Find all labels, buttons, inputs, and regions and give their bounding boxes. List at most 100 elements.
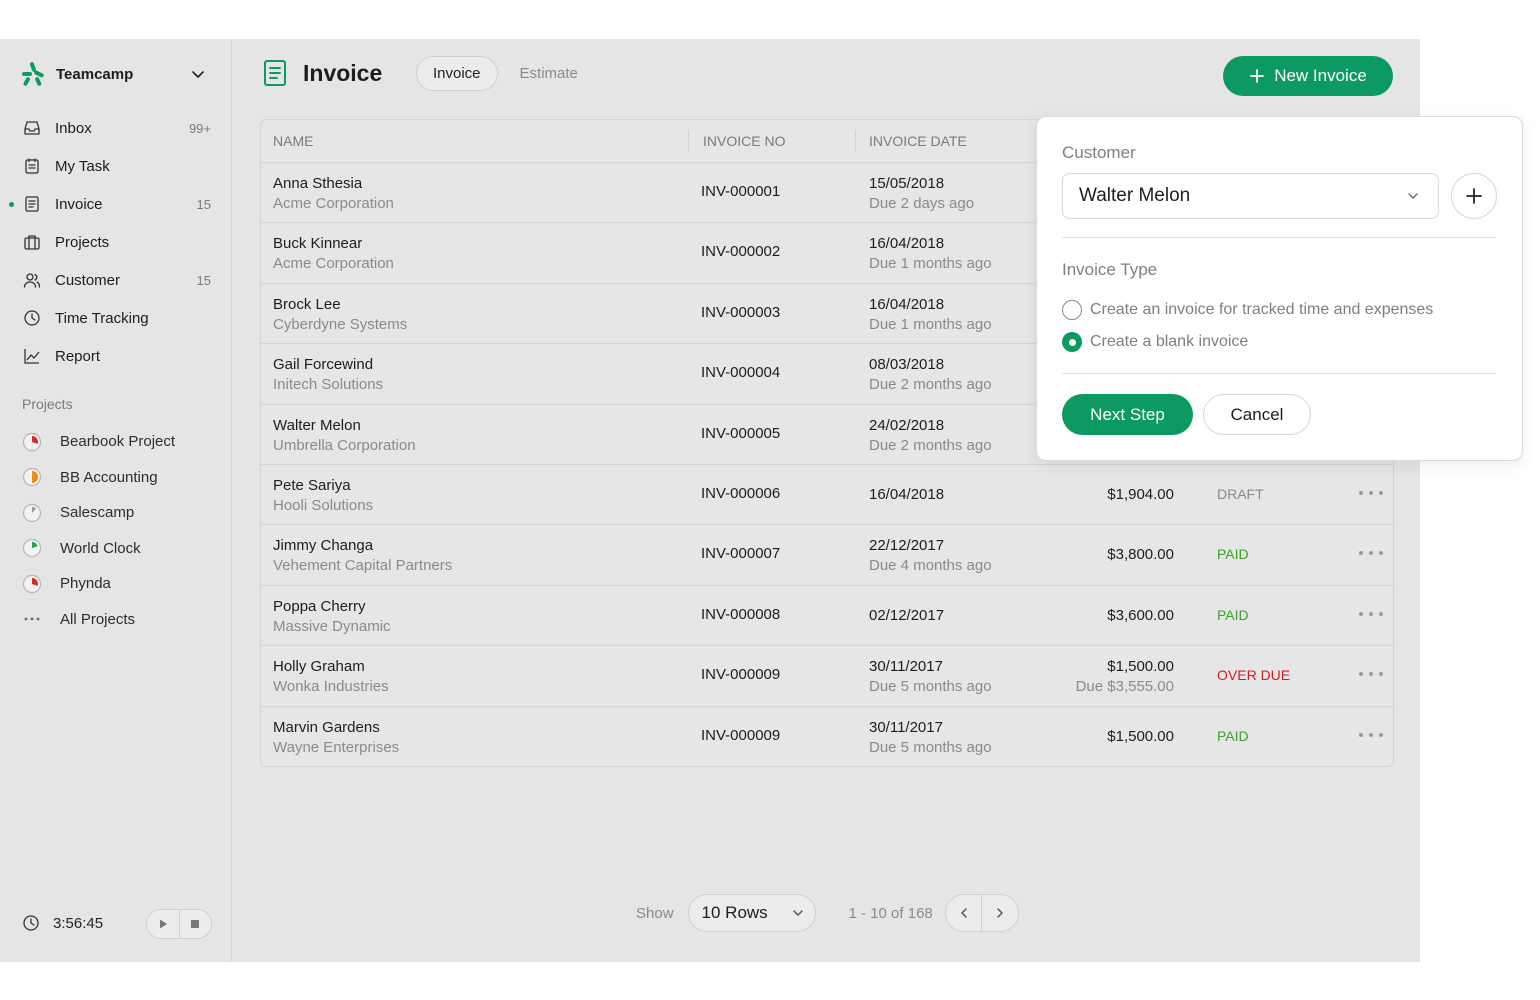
date-cell: 16/04/2018 Due 1 months ago bbox=[869, 295, 992, 335]
invoice-amount: $1,500.00 bbox=[1107, 727, 1174, 745]
project-item[interactable]: BB Accounting bbox=[0, 460, 232, 496]
project-item[interactable]: Salescamp bbox=[0, 495, 232, 531]
timer-value: 3:56:45 bbox=[53, 914, 104, 932]
more-options-icon[interactable] bbox=[1359, 483, 1383, 503]
date-cell: 30/11/2017 Due 5 months ago bbox=[869, 718, 992, 758]
option-label: Create a blank invoice bbox=[1090, 333, 1249, 350]
company-name: Acme Corporation bbox=[273, 255, 394, 273]
customer-cell: Holly Graham Wonka Industries bbox=[273, 657, 389, 697]
page-title: Invoice bbox=[303, 59, 383, 86]
table-row[interactable]: Jimmy Changa Vehement Capital Partners INV… bbox=[261, 525, 1393, 586]
more-options-icon[interactable] bbox=[1359, 543, 1383, 563]
project-progress-icon bbox=[22, 432, 42, 451]
date-cell: 16/04/2018 bbox=[869, 485, 944, 505]
sidebar-item-customer[interactable]: Customer 15 bbox=[0, 261, 232, 299]
status-badge: PAID bbox=[1217, 546, 1249, 563]
customer-label: Customer bbox=[1062, 143, 1136, 162]
sidebar-item-label: Inbox bbox=[55, 119, 92, 137]
invoice-type-option-blank[interactable]: Create a blank invoice bbox=[1062, 332, 1248, 352]
tab-estimate[interactable]: Estimate bbox=[504, 56, 594, 91]
prev-page-button[interactable] bbox=[946, 895, 982, 931]
clock-icon bbox=[23, 915, 39, 931]
radio-button-selected[interactable] bbox=[1062, 332, 1082, 352]
customer-select-value: Walter Melon bbox=[1079, 185, 1191, 206]
teamcamp-logo-icon bbox=[22, 62, 44, 86]
sidebar-item-time-tracking[interactable]: Time Tracking bbox=[0, 299, 232, 337]
all-projects-label: All Projects bbox=[60, 610, 136, 628]
new-invoice-button[interactable]: New Invoice bbox=[1223, 56, 1393, 96]
timer-controls bbox=[146, 909, 212, 939]
column-header-invoice-no[interactable]: INVOICE NO bbox=[703, 133, 785, 149]
company-name: Initech Solutions bbox=[273, 376, 384, 394]
all-projects-link[interactable]: All Projects bbox=[0, 602, 232, 638]
invoice-number: INV-000003 bbox=[701, 303, 781, 321]
table-row[interactable]: Pete Sariya Hooli Solutions INV-000006 16/0… bbox=[261, 465, 1393, 526]
play-button[interactable] bbox=[147, 910, 179, 938]
customer-name: Anna Sthesia bbox=[273, 175, 363, 192]
table-row[interactable]: Holly Graham Wonka Industries INV-000009 30… bbox=[261, 646, 1393, 707]
column-divider bbox=[688, 130, 689, 153]
radio-button[interactable] bbox=[1062, 300, 1082, 320]
amount-cell: $1,904.00 bbox=[1107, 485, 1174, 505]
sidebar-item-report[interactable]: Report bbox=[0, 337, 232, 375]
play-icon bbox=[159, 919, 167, 929]
workspace-switcher[interactable]: Teamcamp bbox=[20, 61, 212, 87]
column-header-name[interactable]: NAME bbox=[273, 133, 313, 149]
table-row[interactable]: Poppa Cherry Massive Dynamic INV-000008 02/… bbox=[261, 586, 1393, 647]
divider bbox=[1062, 373, 1496, 374]
sidebar-item-label: Invoice bbox=[55, 195, 103, 213]
project-label: Salescamp bbox=[60, 504, 135, 522]
new-invoice-label: New Invoice bbox=[1274, 66, 1367, 85]
project-progress-icon bbox=[22, 539, 42, 558]
tab-invoice[interactable]: Invoice bbox=[416, 56, 498, 91]
date-cell: 24/02/2018 Due 2 months ago bbox=[869, 416, 992, 456]
customer-cell: Walter Melon Umbrella Corporation bbox=[273, 416, 416, 456]
customer-cell: Gail Forcewind Initech Solutions bbox=[273, 355, 383, 395]
due-text: Due 2 months ago bbox=[869, 436, 992, 454]
invoice-type-option-tracked[interactable]: Create an invoice for tracked time and e… bbox=[1062, 300, 1433, 320]
invoice-number: INV-000002 bbox=[701, 243, 781, 261]
sidebar-item-my-task[interactable]: My Task bbox=[0, 147, 232, 185]
page-nav bbox=[944, 894, 1019, 932]
invoice-number: INV-000005 bbox=[701, 424, 781, 442]
invoice-icon bbox=[264, 60, 286, 86]
status-badge: PAID bbox=[1217, 606, 1249, 623]
table-row[interactable]: Marvin Gardens Wayne Enterprises INV-00000… bbox=[261, 707, 1393, 766]
column-header-invoice-date[interactable]: INVOICE DATE bbox=[869, 133, 967, 149]
cancel-button[interactable]: Cancel bbox=[1203, 394, 1311, 435]
due-text: Due 5 months ago bbox=[869, 678, 992, 696]
project-item[interactable]: World Clock bbox=[0, 531, 232, 567]
sidebar-nav: Inbox 99+ My Task Invoice 15 Projects Cu… bbox=[0, 109, 232, 375]
invoice-date: 22/12/2017 bbox=[869, 537, 945, 555]
customer-name: Walter Melon bbox=[273, 416, 361, 434]
sidebar-item-invoice[interactable]: Invoice 15 bbox=[0, 185, 232, 223]
more-options-icon[interactable] bbox=[1359, 604, 1383, 624]
customer-select[interactable]: Walter Melon bbox=[1062, 173, 1439, 219]
next-step-button[interactable]: Next Step bbox=[1062, 394, 1193, 435]
project-label: Phynda bbox=[60, 575, 111, 593]
next-page-button[interactable] bbox=[981, 895, 1018, 931]
rows-per-page-select[interactable]: 10 Rows bbox=[687, 894, 816, 932]
invoice-icon bbox=[23, 195, 41, 213]
sidebar-item-label: Time Tracking bbox=[55, 309, 149, 327]
invoice-date: 15/05/2018 bbox=[869, 175, 945, 192]
customer-name: Gail Forcewind bbox=[273, 356, 374, 374]
customer-name: Marvin Gardens bbox=[273, 718, 380, 736]
customer-name: Jimmy Changa bbox=[273, 537, 374, 555]
chevron-down-icon[interactable] bbox=[190, 66, 206, 82]
sidebar-item-inbox[interactable]: Inbox 99+ bbox=[0, 109, 232, 147]
more-options-icon[interactable] bbox=[1359, 664, 1383, 684]
add-customer-button[interactable] bbox=[1451, 173, 1497, 219]
more-options-icon[interactable] bbox=[1359, 725, 1383, 745]
project-item[interactable]: Bearbook Project bbox=[0, 424, 232, 460]
customer-cell: Buck Kinnear Acme Corporation bbox=[273, 234, 394, 274]
customer-cell: Anna Sthesia Acme Corporation bbox=[273, 174, 394, 214]
sidebar-item-projects[interactable]: Projects bbox=[0, 223, 232, 261]
project-item[interactable]: Phynda bbox=[0, 566, 232, 602]
customer-name: Holly Graham bbox=[273, 658, 365, 676]
customer-cell: Pete Sariya Hooli Solutions bbox=[273, 476, 373, 516]
chart-icon bbox=[23, 347, 41, 365]
stop-button[interactable] bbox=[178, 910, 212, 938]
amount-cell: $1,500.00 Due $3,555.00 bbox=[1076, 657, 1174, 697]
rows-per-page-value: 10 Rows bbox=[701, 903, 768, 922]
